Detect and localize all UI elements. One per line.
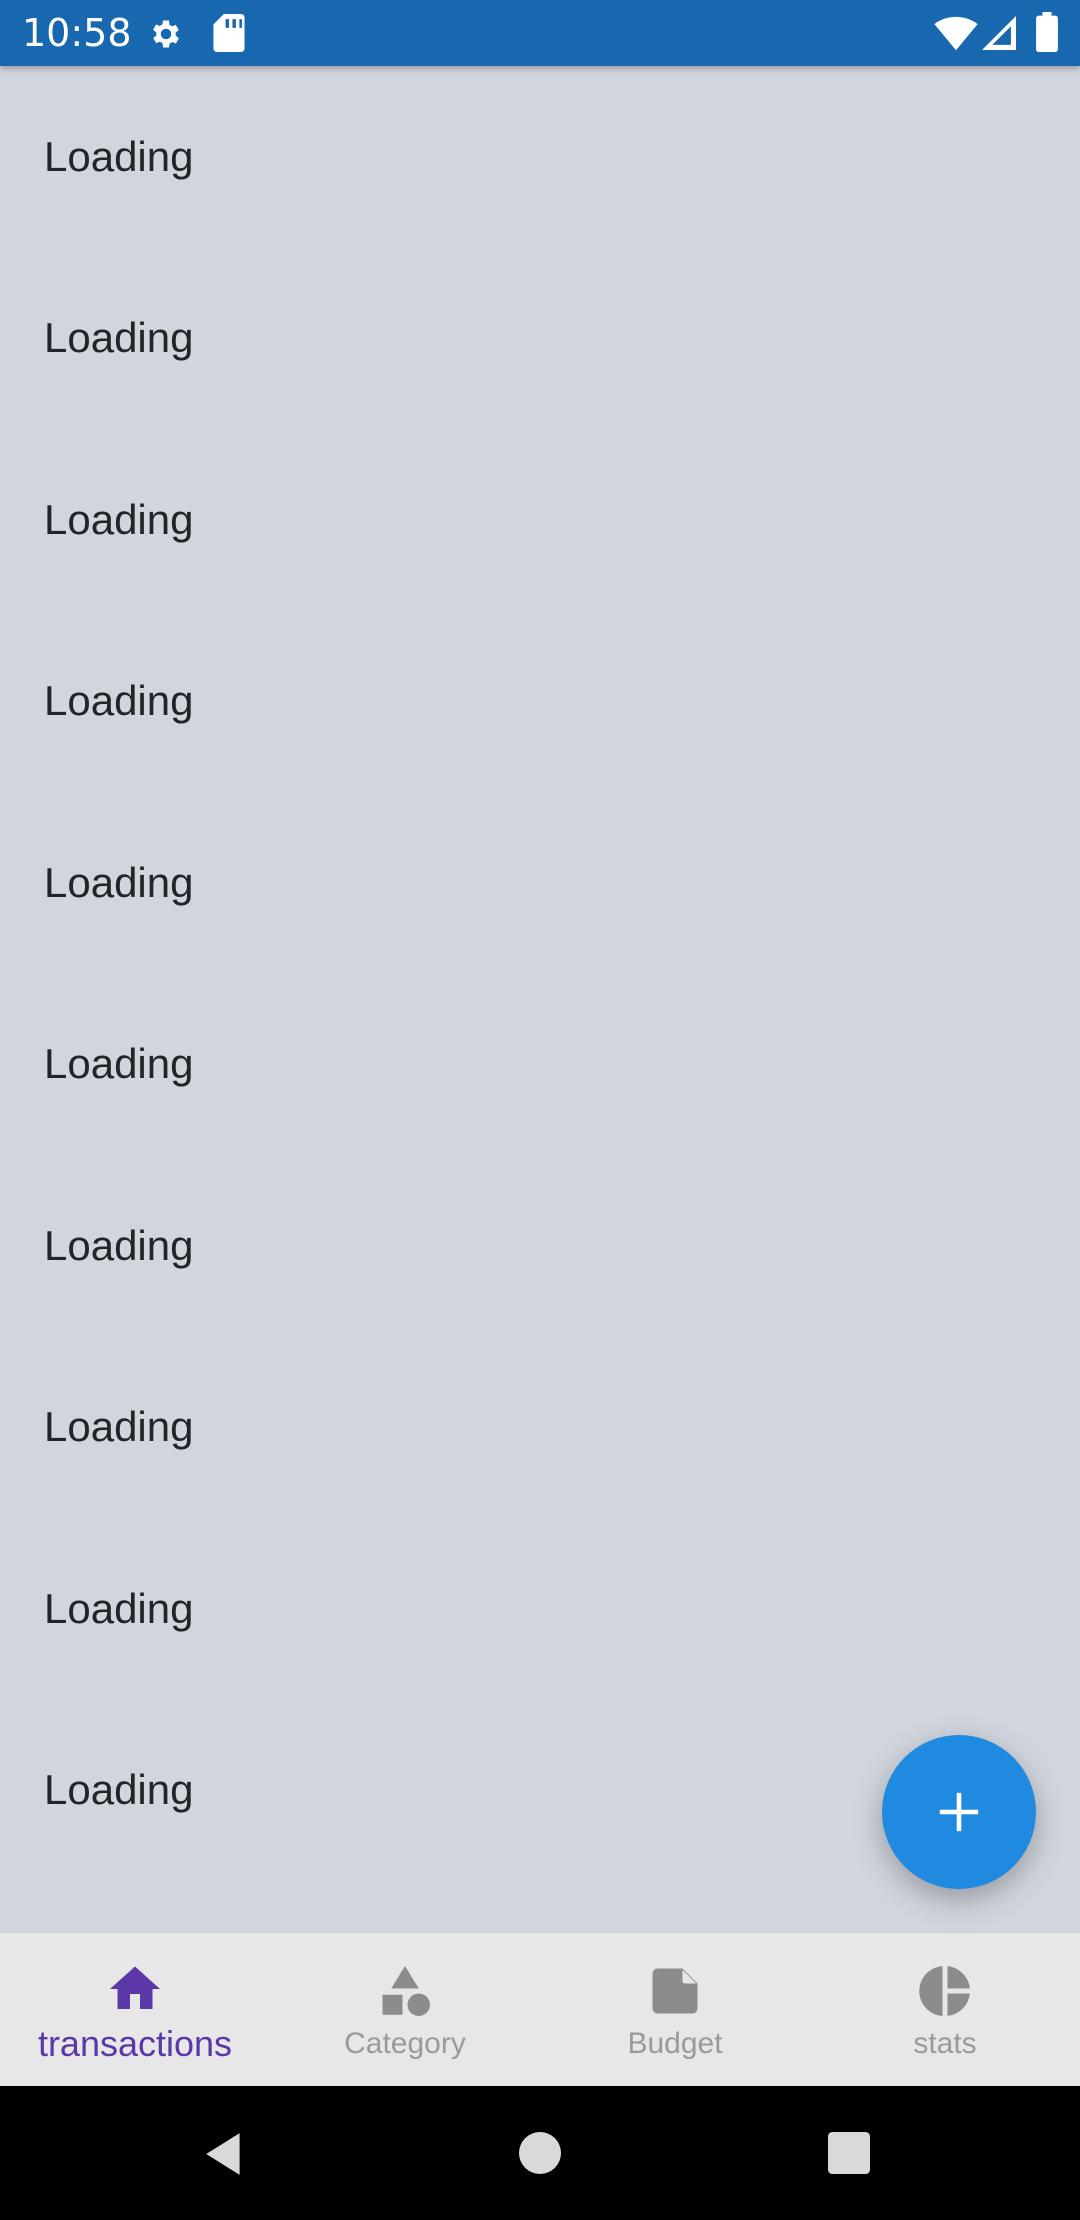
list-item-label: Loading <box>44 495 194 543</box>
status-time: 10:58 <box>22 11 132 55</box>
wifi-icon <box>934 16 978 51</box>
home-icon <box>110 1966 160 2009</box>
list-item-label: Loading <box>44 1221 194 1269</box>
system-navigation-bar <box>0 2086 1080 2220</box>
list-item[interactable]: Loading <box>0 973 1080 1154</box>
nav-label-budget: Budget <box>627 2027 723 2060</box>
list-item-label: Loading <box>44 1584 194 1632</box>
settings-icon <box>153 20 179 48</box>
nav-item-stats[interactable]: stats <box>810 1933 1080 2087</box>
bottom-navigation: transactions Category Budget stats <box>0 1932 1080 2087</box>
back-icon[interactable] <box>200 2129 250 2179</box>
list-item[interactable]: Loading <box>0 1336 1080 1517</box>
list-item[interactable]: Loading <box>0 792 1080 973</box>
nav-label-stats: stats <box>913 2027 977 2060</box>
add-transaction-button[interactable] <box>882 1735 1036 1889</box>
budget-note-icon <box>652 1968 698 2014</box>
list-item[interactable]: Loading <box>0 1155 1080 1336</box>
list-item[interactable]: Loading <box>0 610 1080 791</box>
list-item[interactable]: Loading <box>0 429 1080 610</box>
list-item-label: Loading <box>44 1039 194 1087</box>
list-item-label: Loading <box>44 132 194 180</box>
transaction-list[interactable]: Loading Loading Loading Loading Loading … <box>0 66 1080 1932</box>
list-item[interactable]: Loading <box>0 66 1080 247</box>
list-item-label: Loading <box>44 1765 194 1813</box>
list-item-label: Loading <box>44 313 194 361</box>
plus-icon <box>939 1792 979 1832</box>
list-item-label: Loading <box>44 858 194 906</box>
sd-card-icon <box>213 14 245 52</box>
home-circle-icon[interactable] <box>519 2132 561 2174</box>
status-bar: 10:58 <box>0 0 1080 66</box>
battery-icon <box>1036 12 1058 52</box>
nav-label-transactions: transactions <box>37 2023 233 2064</box>
nav-item-transactions[interactable]: transactions <box>0 1933 270 2087</box>
cell-signal-icon <box>982 16 1016 50</box>
list-item-label: Loading <box>44 1402 194 1450</box>
recents-icon[interactable] <box>828 2132 870 2174</box>
list-item-label: Loading <box>44 676 194 724</box>
list-item[interactable]: Loading <box>0 247 1080 428</box>
list-item[interactable]: Loading <box>0 1518 1080 1699</box>
nav-label-category: Category <box>344 2027 466 2060</box>
nav-item-category[interactable]: Category <box>270 1933 540 2087</box>
category-shapes-icon <box>382 1966 430 2016</box>
pie-chart-icon <box>919 1966 970 2016</box>
nav-item-budget[interactable]: Budget <box>540 1933 810 2087</box>
